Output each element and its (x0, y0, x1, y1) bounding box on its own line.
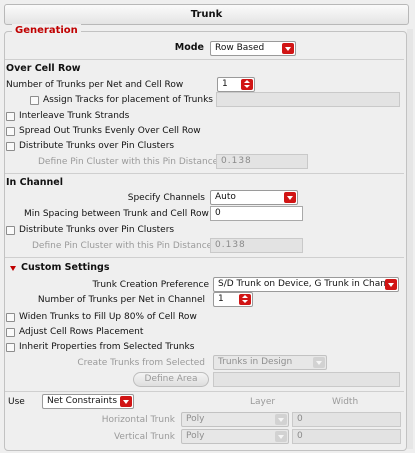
divider (5, 59, 404, 60)
chevron-down-icon[interactable] (282, 43, 294, 54)
use-select[interactable]: Net Constraints (42, 394, 134, 409)
horizontal-width-field: 0 (292, 412, 401, 427)
adjust-checkbox[interactable] (6, 328, 15, 337)
horizontal-trunk-label: Horizontal Trunk (101, 415, 175, 425)
section-title-over-cell-row: Over Cell Row (6, 63, 81, 74)
distribute-checkbox[interactable] (6, 142, 15, 151)
create-from-label: Create Trunks from Selected (77, 358, 205, 368)
specify-channels-select[interactable]: Auto (210, 190, 298, 205)
divider (5, 391, 404, 392)
distribute-channel-checkbox[interactable] (6, 226, 15, 235)
assign-tracks-field (216, 92, 400, 107)
collapse-caret-icon[interactable] (10, 266, 16, 271)
section-title-custom-settings: Custom Settings (21, 262, 110, 273)
chevron-down-icon[interactable] (284, 192, 296, 203)
mode-label: Mode (174, 42, 204, 53)
per-net-label: Number of Trunks per Net in Channel (37, 295, 205, 305)
use-value: Net Constraints (47, 396, 118, 406)
chevron-down-icon[interactable] (120, 396, 132, 407)
divider (5, 257, 404, 258)
divider (5, 173, 404, 174)
pin-cluster-field: 0.138 (216, 154, 308, 169)
distribute-label: Distribute Trunks over Pin Clusters (19, 141, 175, 151)
min-spacing-label: Min Spacing between Trunk and Cell Row (24, 209, 209, 219)
vertical-width-field: 0 (292, 429, 401, 444)
specify-channels-label: Specify Channels (127, 193, 205, 203)
vertical-trunk-label: Vertical Trunk (113, 432, 175, 442)
create-from-select: Trunks in Design (213, 355, 327, 370)
specify-channels-value: Auto (215, 192, 236, 202)
assign-tracks-label: Assign Tracks for placement of Trunks (43, 95, 213, 105)
distribute-channel-label: Distribute Trunks over Pin Clusters (19, 225, 175, 235)
horizontal-layer-value: Poly (186, 414, 205, 424)
trunks-per-net-value: 1 (222, 79, 228, 89)
preference-select[interactable]: S/D Trunk on Device, G Trunk in Chann (213, 277, 399, 292)
group-title: Generation (12, 24, 81, 38)
spread-label: Spread Out Trunks Evenly Over Cell Row (19, 126, 201, 136)
pin-cluster-channel-field: 0.138 (210, 238, 303, 253)
layer-header: Layer (250, 397, 276, 407)
horizontal-layer-select: Poly (181, 412, 289, 427)
assign-tracks-checkbox[interactable] (30, 96, 39, 105)
mode-value: Row Based (215, 43, 265, 53)
per-net-stepper[interactable]: 1 (213, 292, 253, 307)
per-net-value: 1 (218, 294, 224, 304)
create-from-value: Trunks in Design (218, 357, 293, 367)
scrollbar[interactable] (407, 29, 413, 449)
pin-cluster-label: Define Pin Cluster with this Pin Distanc… (38, 157, 219, 167)
chevron-down-icon (275, 414, 287, 425)
use-label: Use (8, 397, 25, 407)
interleave-checkbox[interactable] (6, 112, 15, 121)
vertical-layer-select: Poly (181, 429, 289, 444)
width-header: Width (332, 397, 359, 407)
inherit-checkbox[interactable] (6, 343, 15, 352)
min-spacing-input[interactable]: 0 (210, 206, 303, 221)
chevron-down-icon[interactable] (385, 279, 397, 290)
trunks-per-net-stepper[interactable]: 1 (217, 77, 255, 92)
section-title-in-channel: In Channel (6, 177, 63, 188)
preference-value: S/D Trunk on Device, G Trunk in Chann (218, 279, 392, 289)
define-area-field (213, 372, 400, 387)
chevron-down-icon (313, 357, 325, 368)
interleave-label: Interleave Trunk Strands (19, 111, 130, 121)
widen-label: Widen Trunks to Fill Up 80% of Cell Row (19, 312, 197, 322)
adjust-label: Adjust Cell Rows Placement (19, 327, 144, 337)
chevron-down-icon (275, 431, 287, 442)
spread-checkbox[interactable] (6, 127, 15, 136)
vertical-layer-value: Poly (186, 431, 205, 441)
inherit-label: Inherit Properties from Selected Trunks (19, 342, 195, 352)
trunks-per-net-label: Number of Trunks per Net and Cell Row (6, 80, 184, 90)
spinner-arrows-icon[interactable] (241, 79, 253, 90)
widen-checkbox[interactable] (6, 313, 15, 322)
preference-label: Trunk Creation Preference (92, 280, 209, 290)
mode-select[interactable]: Row Based (210, 41, 296, 56)
spinner-arrows-icon[interactable] (239, 294, 251, 305)
panel-title: Trunk (4, 4, 409, 25)
define-area-button[interactable]: Define Area (133, 372, 209, 387)
pin-cluster-channel-label: Define Pin Cluster with this Pin Distanc… (32, 241, 213, 251)
